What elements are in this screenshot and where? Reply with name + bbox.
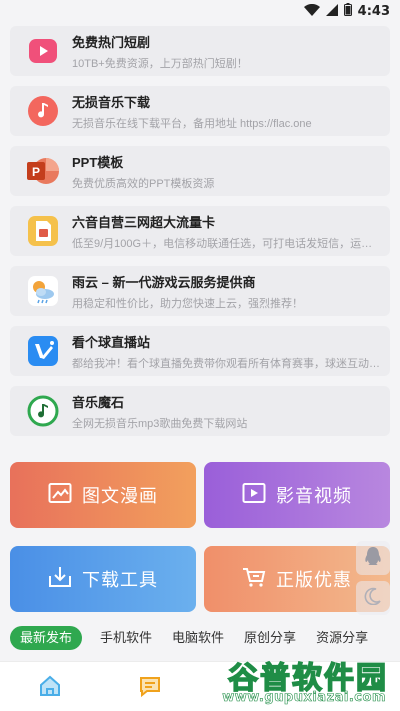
tile-label: 正版优惠	[276, 570, 352, 590]
sim-card-icon	[26, 214, 60, 248]
list-item-ppt-templates[interactable]: P PPT模板 免费优质高效的PPT模板资源	[10, 146, 390, 196]
list-item-title: 雨云 – 新一代游戏云服务提供商	[72, 274, 256, 290]
tab-pc-software[interactable]: 电脑软件	[164, 626, 232, 650]
site-watermark: 谷普软件园 www.gupuxiazai.com	[200, 653, 396, 707]
list-item-ball-live[interactable]: 看个球直播站 都给我冲！看个球直播免费带你观看所有体育赛事，球迷互动交流	[10, 326, 390, 376]
video-play-icon	[26, 34, 60, 68]
category-tabs: 最新发布 手机软件 电脑软件 原创分享 资源分享	[10, 626, 390, 650]
weather-cloud-icon	[26, 274, 60, 308]
list-item-desc: 低至9/月100G＋，电信移动联通任选，可打电话发短信，运营商正规大流量卡	[72, 237, 390, 250]
video-frame-icon	[242, 482, 266, 509]
ball-live-icon	[26, 334, 60, 368]
watermark-url: www.gupuxiazai.com	[222, 690, 386, 706]
list-item-music-stone[interactable]: 音乐魔石 全网无损音乐mp3歌曲免费下载网站	[10, 386, 390, 436]
list-item-title: 音乐魔石	[72, 394, 125, 410]
tab-original-share[interactable]: 原创分享	[236, 626, 304, 650]
chat-icon	[138, 677, 162, 702]
list-item-data-sim-card[interactable]: 六音自营三网超大流量卡 低至9/月100G＋，电信移动联通任选，可打电话发短信，…	[10, 206, 390, 256]
cart-icon	[242, 566, 266, 593]
tab-mobile-software[interactable]: 手机软件	[92, 626, 160, 650]
status-time: 4:43	[357, 4, 390, 19]
list-item-title: 六音自营三网超大流量卡	[72, 214, 216, 230]
list-item-desc: 无损音乐在线下载平台，备用地址 https://flac.one	[72, 117, 312, 130]
wifi-icon	[303, 3, 320, 20]
list-item-short-drama[interactable]: 免费热门短剧 10TB+免费资源，上万部热门短剧！	[10, 26, 390, 76]
music-note-icon	[26, 94, 60, 128]
download-tray-icon	[48, 566, 72, 593]
tab-latest[interactable]: 最新发布	[10, 626, 83, 650]
list-item-title: PPT模板	[72, 154, 124, 170]
tile-label: 下载工具	[82, 570, 158, 590]
tile-video[interactable]: 影音视频	[204, 462, 390, 528]
night-mode-float-button[interactable]	[356, 581, 390, 615]
powerpoint-icon: P	[26, 154, 60, 188]
svg-text:P: P	[32, 165, 40, 179]
tile-label: 图文漫画	[82, 486, 158, 506]
tab-resource-share[interactable]: 资源分享	[308, 626, 376, 650]
list-item-desc: 10TB+免费资源，上万部热门短剧！	[72, 57, 248, 70]
signal-icon	[325, 3, 338, 20]
home-icon	[38, 675, 62, 702]
image-frame-icon	[48, 482, 72, 509]
list-item-title: 看个球直播站	[72, 334, 151, 350]
nav-messages[interactable]	[138, 674, 162, 698]
status-bar: 4:43	[0, 0, 400, 22]
bottom-nav: 谷普软件园 www.gupuxiazai.com	[0, 660, 400, 711]
list-item-desc: 都给我冲！看个球直播免费带你观看所有体育赛事，球迷互动交流	[72, 357, 390, 370]
battery-icon	[343, 3, 352, 20]
moon-icon	[364, 587, 382, 610]
tile-download-tools[interactable]: 下载工具	[10, 546, 196, 612]
list-item-desc: 全网无损音乐mp3歌曲免费下载网站	[72, 417, 248, 430]
nav-home[interactable]	[38, 674, 62, 698]
qq-penguin-icon	[364, 546, 382, 571]
resource-list: 免费热门短剧 10TB+免费资源，上万部热门短剧！ 无损音乐下载 无损音乐在线下…	[10, 26, 390, 446]
list-item-title: 无损音乐下载	[72, 94, 151, 110]
tile-label: 影音视频	[276, 486, 352, 506]
music-disc-icon	[26, 394, 60, 428]
tile-comics[interactable]: 图文漫画	[10, 462, 196, 528]
list-item-title: 免费热门短剧	[72, 34, 151, 50]
list-item-desc: 用稳定和性价比，助力您快速上云，强烈推荐！	[72, 297, 303, 310]
qq-float-button[interactable]	[356, 541, 390, 575]
list-item-lossless-music[interactable]: 无损音乐下载 无损音乐在线下载平台，备用地址 https://flac.one	[10, 86, 390, 136]
list-item-rainyun[interactable]: 雨云 – 新一代游戏云服务提供商 用稳定和性价比，助力您快速上云，强烈推荐！	[10, 266, 390, 316]
status-icons: 4:43	[303, 3, 390, 20]
list-item-desc: 免费优质高效的PPT模板资源	[72, 177, 215, 190]
